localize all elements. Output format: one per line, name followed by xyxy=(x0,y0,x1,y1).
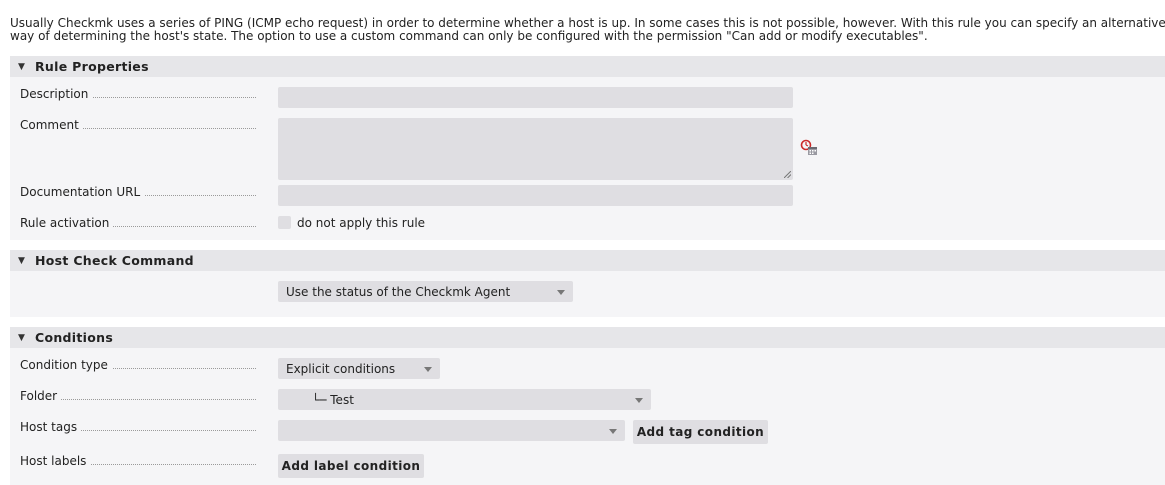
description-label: Description xyxy=(20,87,256,101)
host-tags-label: Host tags xyxy=(20,420,256,434)
triangle-down-icon: ▼ xyxy=(18,61,26,72)
chevron-down-icon xyxy=(424,367,432,372)
host-tags-select[interactable] xyxy=(278,420,625,441)
documentation-url-label: Documentation URL xyxy=(20,185,256,199)
conditions-header[interactable]: ▼ Conditions xyxy=(10,327,1165,348)
rule-properties-section: ▼ Rule Properties Description Comment Do… xyxy=(10,56,1165,240)
section-title: Rule Properties xyxy=(35,59,149,74)
add-label-condition-button[interactable]: Add label condition xyxy=(278,454,424,478)
section-title: Host Check Command xyxy=(35,253,194,268)
comment-label: Comment xyxy=(20,118,256,132)
chevron-down-icon xyxy=(557,290,565,295)
rule-properties-header[interactable]: ▼ Rule Properties xyxy=(10,56,1165,77)
host-check-command-select[interactable]: Use the status of the Checkmk Agent xyxy=(278,281,573,302)
add-tag-condition-button[interactable]: Add tag condition xyxy=(633,420,768,444)
comment-textarea[interactable] xyxy=(278,118,793,180)
host-check-command-section: ▼ Host Check Command Use the status of t… xyxy=(10,250,1165,317)
rule-activation-label: Rule activation xyxy=(20,216,256,230)
description-input[interactable] xyxy=(278,87,793,108)
disable-rule-checkbox[interactable] xyxy=(278,216,291,229)
section-title: Conditions xyxy=(35,330,114,345)
documentation-url-input[interactable] xyxy=(278,185,793,206)
condition-type-label: Condition type xyxy=(20,358,256,372)
folder-select[interactable]: └─ Test xyxy=(278,389,651,410)
condition-type-select[interactable]: Explicit conditions xyxy=(278,358,440,379)
resize-handle-icon[interactable] xyxy=(784,171,791,178)
chevron-down-icon xyxy=(635,398,643,403)
timestamp-icon[interactable] xyxy=(800,139,820,157)
chevron-down-icon xyxy=(609,429,617,434)
triangle-down-icon: ▼ xyxy=(18,332,26,343)
host-labels-label: Host labels xyxy=(20,454,256,468)
folder-label: Folder xyxy=(20,389,256,403)
conditions-section: ▼ Conditions Condition type Explicit con… xyxy=(10,327,1165,485)
triangle-down-icon: ▼ xyxy=(18,255,26,266)
rule-help-text: Usually Checkmk uses a series of PING (I… xyxy=(10,16,1165,43)
disable-rule-checkbox-label[interactable]: do not apply this rule xyxy=(297,216,425,230)
host-check-command-header[interactable]: ▼ Host Check Command xyxy=(10,250,1165,271)
